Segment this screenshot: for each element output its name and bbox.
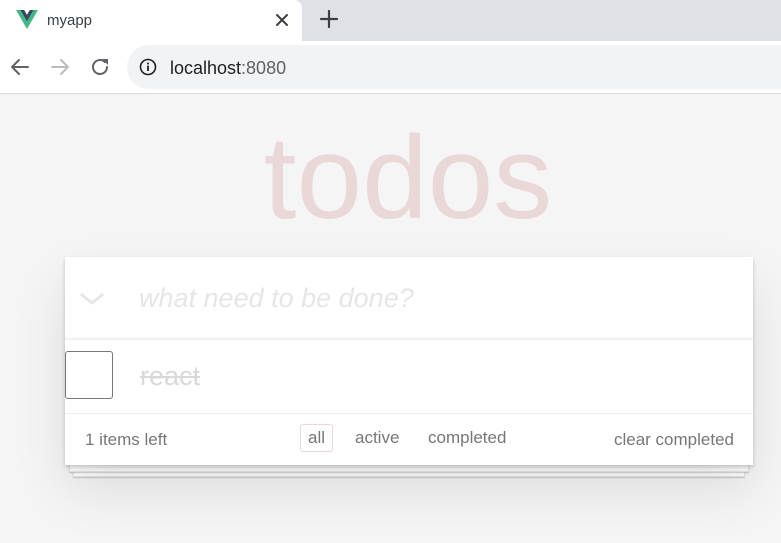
filter-all[interactable]: all <box>300 424 334 452</box>
filter-active[interactable]: active <box>347 424 407 452</box>
close-icon[interactable] <box>272 10 292 30</box>
new-todo-input[interactable] <box>139 277 729 319</box>
vue-logo-icon <box>16 10 38 29</box>
plus-icon[interactable] <box>318 8 340 30</box>
clear-completed-button[interactable]: clear completed <box>614 430 734 450</box>
info-icon[interactable] <box>139 58 157 76</box>
url-port: :8080 <box>241 58 287 78</box>
new-todo-header <box>65 257 753 340</box>
todo-item: react <box>65 340 753 414</box>
url-host: localhost <box>170 58 242 78</box>
filter-completed[interactable]: completed <box>420 424 514 452</box>
chevron-down-icon[interactable] <box>79 287 105 311</box>
todo-label[interactable]: react <box>140 360 200 392</box>
app-title: todos <box>263 112 553 244</box>
items-left-count: 1 items left <box>85 430 168 449</box>
url-text[interactable]: localhost:8080 <box>170 58 286 78</box>
arrow-left-icon[interactable] <box>8 55 32 79</box>
tab-title: myapp <box>47 12 93 29</box>
arrow-right-icon[interactable] <box>48 55 72 79</box>
browser-tab[interactable]: myapp <box>0 0 302 41</box>
reload-icon[interactable] <box>88 55 112 79</box>
tab-strip: myapp <box>0 0 781 41</box>
todo-checkbox[interactable] <box>65 351 113 399</box>
todo-card: react 1 items left all active completed … <box>65 257 753 465</box>
todo-app: react 1 items left all active completed … <box>65 257 753 477</box>
todo-footer: 1 items left all active completed clear … <box>65 414 753 465</box>
browser-toolbar: localhost:8080 <box>0 41 781 94</box>
address-bar[interactable]: localhost:8080 <box>127 45 781 89</box>
